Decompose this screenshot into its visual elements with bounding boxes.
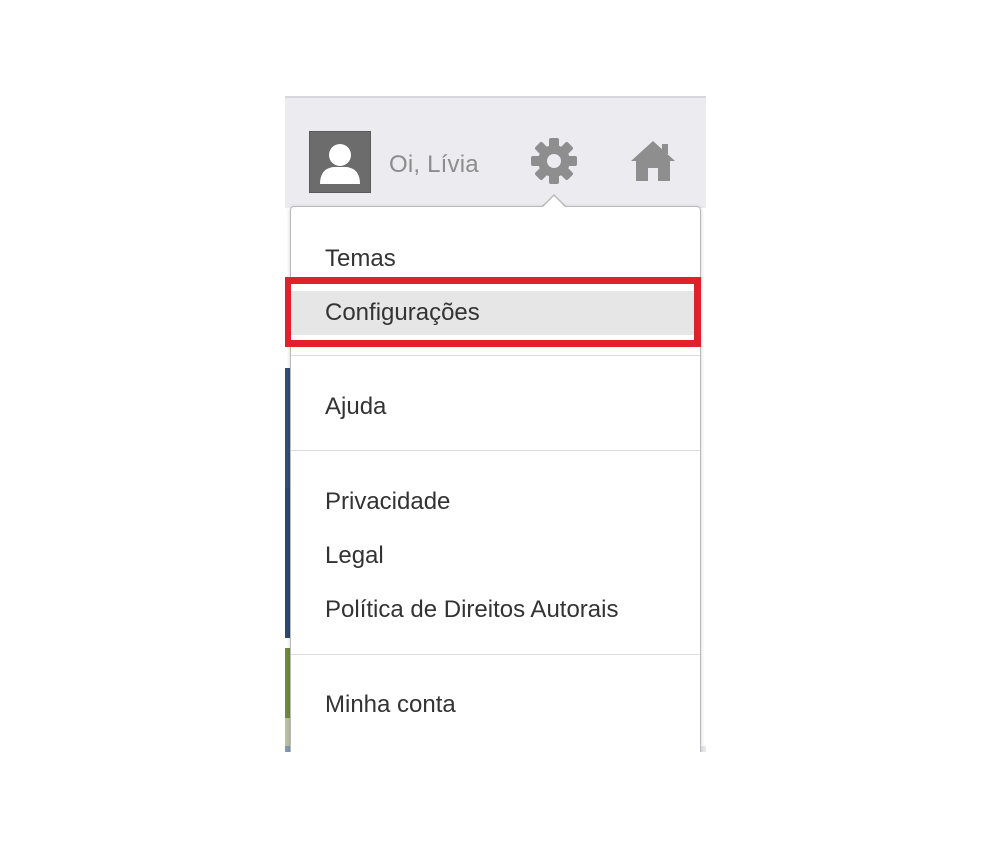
home-button[interactable] — [629, 138, 677, 184]
avatar[interactable] — [309, 131, 371, 193]
menu-divider — [291, 450, 700, 451]
settings-dropdown-menu: Temas Configurações Ajuda Privacidade Le… — [290, 206, 701, 752]
screenshot-canvas: Oi, Lívia Temas Configurações Ajuda Priv… — [0, 0, 984, 848]
app-window: Oi, Lívia Temas Configurações Ajuda Priv… — [285, 96, 706, 752]
menu-item-politica-direitos-autorais[interactable]: Política de Direitos Autorais — [291, 588, 700, 632]
menu-divider — [291, 355, 700, 356]
menu-item-legal[interactable]: Legal — [291, 534, 700, 578]
top-bar: Oi, Lívia — [285, 96, 706, 208]
menu-item-configuracoes[interactable]: Configurações — [291, 291, 700, 335]
menu-item-ajuda[interactable]: Ajuda — [291, 385, 700, 429]
user-greeting: Oi, Lívia — [389, 151, 479, 178]
home-icon — [631, 141, 675, 181]
dropdown-caret-fill — [542, 196, 566, 208]
menu-item-minha-conta[interactable]: Minha conta — [291, 683, 700, 727]
user-silhouette-icon — [310, 132, 370, 192]
gear-icon — [531, 138, 577, 184]
menu-item-temas[interactable]: Temas — [291, 237, 700, 281]
menu-divider — [291, 654, 700, 655]
settings-button[interactable] — [529, 136, 579, 186]
menu-item-privacidade[interactable]: Privacidade — [291, 480, 700, 524]
